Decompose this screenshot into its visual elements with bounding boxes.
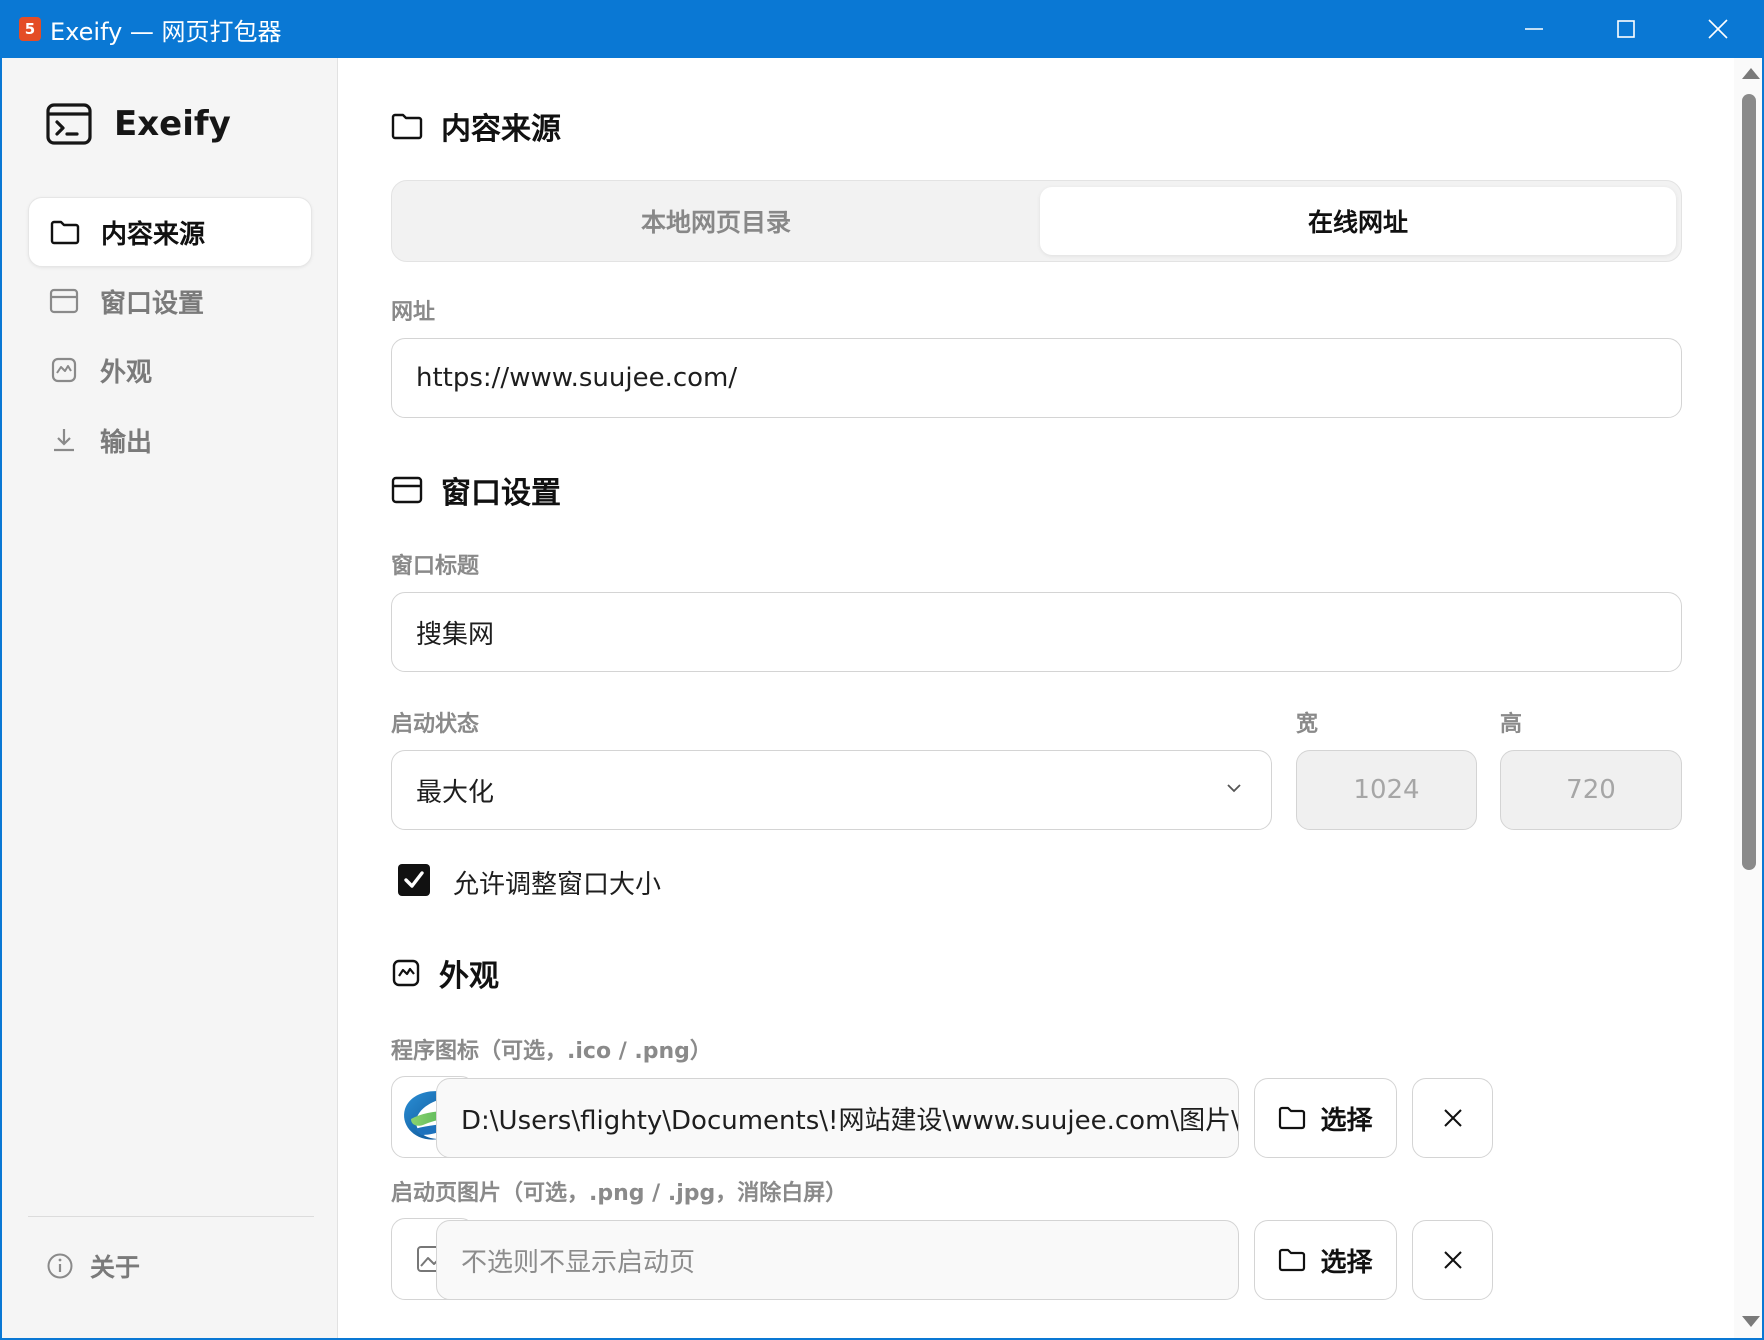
folder-icon bbox=[1279, 1106, 1306, 1130]
resizable-checkbox[interactable] bbox=[398, 864, 430, 896]
checkmark-icon bbox=[404, 871, 424, 888]
folder-icon bbox=[49, 216, 81, 248]
sidebar-item-content-source[interactable]: 内容来源 bbox=[28, 197, 312, 267]
section-title-content-source: 内容来源 bbox=[391, 104, 561, 148]
sidebar-item-appearance[interactable]: 外观 bbox=[28, 335, 312, 405]
close-icon bbox=[1443, 1109, 1462, 1127]
url-input[interactable]: https://www.suujee.com/ bbox=[391, 338, 1682, 418]
about-link[interactable]: 关于 bbox=[46, 1248, 140, 1284]
window-icon bbox=[48, 285, 80, 317]
clear-icon-button[interactable] bbox=[1412, 1078, 1493, 1158]
image-icon bbox=[392, 959, 420, 987]
source-type-segmented-control: 本地网页目录 在线网址 bbox=[391, 180, 1682, 262]
startup-state-label: 启动状态 bbox=[391, 712, 480, 737]
sidebar-item-label: 输出 bbox=[100, 427, 153, 458]
sidebar-divider bbox=[28, 1216, 314, 1217]
sidebar-item-label: 窗口设置 bbox=[100, 288, 205, 319]
window-title-input[interactable]: 搜集网 bbox=[391, 592, 1682, 672]
splash-image-path-input[interactable]: 不选则不显示启动页 bbox=[436, 1220, 1239, 1300]
app-icon: 5 bbox=[19, 17, 41, 41]
startup-state-select[interactable]: 最大化 bbox=[391, 750, 1272, 830]
tab-local-directory[interactable]: 本地网页目录 bbox=[398, 187, 1034, 255]
folder-icon bbox=[391, 113, 423, 140]
minimize-icon bbox=[1525, 28, 1543, 30]
info-icon bbox=[47, 1253, 73, 1279]
close-icon bbox=[1443, 1251, 1462, 1269]
sidebar-item-window-settings[interactable]: 窗口设置 bbox=[28, 266, 312, 336]
minimize-button[interactable] bbox=[1488, 0, 1580, 58]
brand: Exeify bbox=[46, 103, 231, 145]
height-input[interactable]: 720 bbox=[1500, 750, 1682, 830]
chevron-down-icon bbox=[1227, 784, 1241, 793]
close-button[interactable] bbox=[1672, 0, 1764, 58]
section-title-window-settings: 窗口设置 bbox=[391, 468, 561, 512]
folder-icon bbox=[1279, 1248, 1306, 1272]
window-title: Exeify — 网页打包器 bbox=[50, 17, 282, 46]
choose-splash-button[interactable]: 选择 bbox=[1254, 1220, 1397, 1300]
title-bar: 5 Exeify — 网页打包器 bbox=[0, 0, 1764, 58]
window-icon bbox=[391, 476, 423, 504]
sidebar: Exeify 内容来源 窗口设置 外观 输出 关于 bbox=[2, 58, 338, 1338]
window-title-label: 窗口标题 bbox=[391, 554, 480, 579]
program-icon-path-input[interactable]: D:\Users\flighty\Documents\!网站建设\www.suu… bbox=[436, 1078, 1239, 1158]
splash-image-label: 启动页图片（可选，.png / .jpg，消除白屏） bbox=[391, 1181, 848, 1206]
scrollbar[interactable] bbox=[1734, 58, 1762, 1338]
main-panel: 内容来源 本地网页目录 在线网址 网址 https://www.suujee.c… bbox=[339, 58, 1734, 1338]
maximize-icon bbox=[1617, 20, 1635, 38]
width-label: 宽 bbox=[1296, 712, 1319, 737]
section-title-appearance: 外观 bbox=[391, 951, 499, 995]
sidebar-item-label: 内容来源 bbox=[101, 219, 206, 250]
width-input[interactable]: 1024 bbox=[1296, 750, 1477, 830]
tab-online-url[interactable]: 在线网址 bbox=[1040, 187, 1676, 255]
clear-splash-button[interactable] bbox=[1412, 1220, 1493, 1300]
scrollbar-thumb[interactable] bbox=[1742, 94, 1756, 870]
window-controls bbox=[1488, 0, 1764, 58]
close-icon bbox=[1708, 19, 1728, 39]
maximize-button[interactable] bbox=[1580, 0, 1672, 58]
scroll-down-arrow-icon[interactable] bbox=[1742, 1316, 1760, 1327]
scroll-up-arrow-icon[interactable] bbox=[1742, 68, 1760, 79]
brand-name: Exeify bbox=[114, 104, 231, 144]
image-icon bbox=[48, 354, 80, 386]
download-icon bbox=[48, 424, 80, 456]
about-label: 关于 bbox=[90, 1253, 141, 1282]
url-label: 网址 bbox=[391, 300, 436, 325]
terminal-icon bbox=[46, 103, 92, 145]
resizable-label[interactable]: 允许调整窗口大小 bbox=[453, 864, 661, 901]
height-label: 高 bbox=[1500, 712, 1523, 737]
program-icon-label: 程序图标（可选，.ico / .png） bbox=[391, 1039, 712, 1064]
sidebar-item-label: 外观 bbox=[100, 357, 153, 388]
sidebar-item-output[interactable]: 输出 bbox=[28, 405, 312, 475]
choose-icon-button[interactable]: 选择 bbox=[1254, 1078, 1397, 1158]
